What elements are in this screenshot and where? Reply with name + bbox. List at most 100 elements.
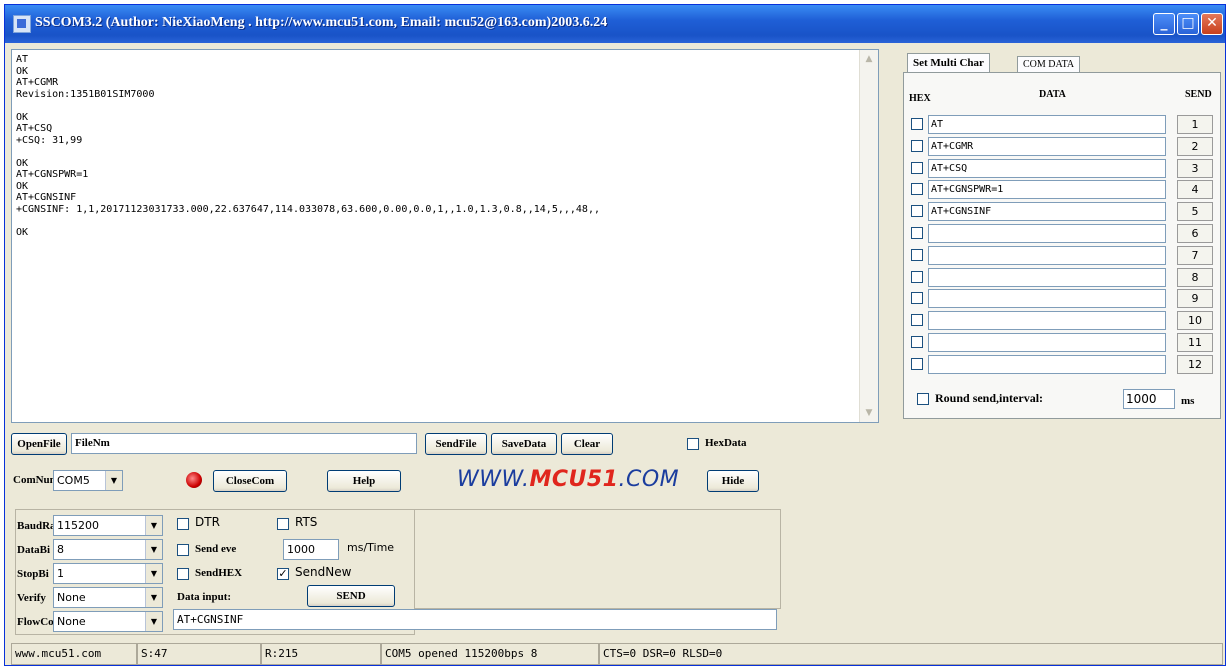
chevron-down-icon[interactable]: ▼ [145, 516, 162, 535]
clear-button[interactable]: Clear [561, 433, 613, 455]
multi-data-input[interactable]: AT+CGNSPWR=1 [928, 180, 1166, 200]
send-button[interactable]: SEND [307, 585, 395, 607]
save-data-button[interactable]: SaveData [491, 433, 557, 455]
chevron-down-icon[interactable]: ▼ [145, 588, 162, 607]
round-send-label: Round send,interval: [935, 391, 1044, 405]
site-logo: WWW.MCU51.COM [457, 467, 680, 492]
receive-area[interactable]: AT OK AT+CGMR Revision:1351B01SIM7000 OK AT+C… [11, 49, 879, 423]
status-sent-count: S:47 [137, 643, 261, 665]
data-input-field[interactable]: AT+CGNSINF [173, 609, 777, 630]
multi-data-input[interactable] [928, 354, 1166, 374]
hex-checkbox[interactable] [911, 270, 923, 283]
send-new-checkbox[interactable]: ✓ [277, 568, 289, 580]
send-row-button[interactable]: 6 [1177, 224, 1213, 243]
chevron-down-icon[interactable]: ▼ [105, 471, 122, 490]
send-row-button[interactable]: 1 [1177, 115, 1213, 134]
app-icon [13, 15, 31, 33]
scroll-down-icon[interactable]: ▼ [862, 406, 876, 420]
verify-label: Verify [17, 592, 46, 604]
multi-data-input[interactable] [928, 333, 1166, 352]
chevron-down-icon[interactable]: ▼ [145, 612, 162, 631]
receive-scrollbar[interactable]: ▲ ▼ [859, 50, 878, 422]
send-every-checkbox[interactable] [177, 544, 189, 556]
terminal-line: OK [16, 157, 29, 169]
hex-checkbox[interactable] [911, 227, 923, 239]
close-button[interactable]: ✕ [1201, 13, 1223, 35]
chevron-down-icon[interactable]: ▼ [145, 540, 162, 559]
multi-data-input[interactable] [928, 224, 1166, 243]
scroll-up-icon[interactable]: ▲ [862, 52, 876, 66]
title-bar[interactable]: SSCOM3.2 (Author: NieXiaoMeng . http://w… [5, 5, 1225, 43]
multi-char-row: 11 [911, 333, 1213, 353]
multi-data-input[interactable]: AT [928, 115, 1166, 134]
flow-select[interactable]: None ▼ [53, 611, 163, 632]
receive-text: AT OK AT+CGMR Revision:1351B01SIM7000 OK AT+C… [16, 54, 854, 238]
ms-time-label: ms/Time [347, 541, 395, 554]
terminal-line: OK [16, 226, 29, 238]
hex-checkbox[interactable] [911, 248, 923, 261]
status-modem-lines: CTS=0 DSR=0 RLSD=0 [599, 643, 1223, 665]
stopbits-select[interactable]: 1 ▼ [53, 563, 163, 584]
send-row-button[interactable]: 11 [1177, 333, 1213, 352]
hex-checkbox[interactable] [911, 161, 923, 174]
send-row-button[interactable]: 2 [1177, 136, 1213, 156]
multi-data-input[interactable] [928, 245, 1166, 265]
round-send-checkbox[interactable] [917, 393, 929, 405]
file-name-field[interactable]: FileNm [71, 433, 417, 454]
verify-select[interactable]: None ▼ [53, 587, 163, 608]
open-file-button[interactable]: OpenFile [11, 433, 67, 455]
help-button[interactable]: Help [327, 470, 401, 492]
status-site: www.mcu51.com [11, 643, 137, 665]
dtr-checkbox[interactable] [177, 518, 189, 530]
multi-data-input[interactable]: AT+CGMR [928, 136, 1166, 156]
hex-checkbox[interactable] [911, 139, 923, 152]
hex-checkbox[interactable] [911, 205, 923, 218]
hex-checkbox[interactable] [911, 292, 923, 305]
send-row-button[interactable]: 7 [1177, 245, 1213, 265]
close-com-button[interactable]: CloseCom [213, 470, 287, 492]
send-interval-input[interactable]: 1000 [283, 539, 339, 560]
tab-com-data[interactable]: COM DATA [1017, 56, 1081, 73]
rts-checkbox[interactable] [277, 518, 289, 530]
baud-select[interactable]: 115200 ▼ [53, 515, 163, 536]
send-row-button[interactable]: 5 [1177, 202, 1213, 222]
send-row-button[interactable]: 10 [1177, 311, 1213, 331]
hex-checkbox[interactable] [911, 314, 923, 327]
com-num-select[interactable]: COM5 ▼ [53, 470, 123, 491]
hex-checkbox[interactable] [911, 118, 923, 130]
com-num-label: ComNum [13, 474, 59, 486]
hex-checkbox[interactable] [911, 183, 923, 196]
send-new-label: SendNew [295, 565, 352, 579]
hex-data-checkbox[interactable] [687, 438, 699, 450]
maximize-button[interactable]: □ [1177, 13, 1199, 35]
tab-set-multi-char[interactable]: Set Multi Char [907, 53, 990, 73]
send-row-button[interactable]: 12 [1177, 354, 1213, 374]
multi-data-input[interactable] [928, 289, 1166, 309]
hex-checkbox[interactable] [911, 336, 923, 348]
send-row-button[interactable]: 8 [1177, 267, 1213, 287]
multi-data-input[interactable]: AT+CGNSINF [928, 202, 1166, 222]
terminal-line: OK [16, 65, 29, 77]
terminal-line: AT+CGMR [16, 77, 59, 88]
send-row-button[interactable]: 9 [1177, 289, 1213, 309]
status-received-count: R:215 [261, 643, 381, 665]
send-row-button[interactable]: 3 [1177, 158, 1213, 178]
multi-data-input[interactable] [928, 267, 1166, 287]
hide-button[interactable]: Hide [707, 470, 759, 492]
multi-char-panel: Set Multi Char COM DATA HEX DATA SEND AT… [903, 49, 1221, 423]
minimize-button[interactable]: _ [1153, 13, 1175, 35]
multi-char-row: 8 [911, 267, 1213, 288]
send-file-button[interactable]: SendFile [425, 433, 487, 455]
databits-select[interactable]: 8 ▼ [53, 539, 163, 560]
data-input-label: Data input: [177, 591, 232, 603]
send-row-button[interactable]: 4 [1177, 180, 1213, 200]
multi-char-row: 9 [911, 289, 1213, 309]
chevron-down-icon[interactable]: ▼ [145, 564, 162, 583]
multi-data-input[interactable]: AT+CSQ [928, 158, 1166, 178]
send-hex-checkbox[interactable] [177, 568, 189, 580]
hex-checkbox[interactable] [911, 357, 923, 370]
round-send-option[interactable]: Round send,interval: [917, 391, 1043, 406]
round-interval-input[interactable]: 1000 [1123, 389, 1175, 409]
multi-data-input[interactable] [928, 311, 1166, 331]
